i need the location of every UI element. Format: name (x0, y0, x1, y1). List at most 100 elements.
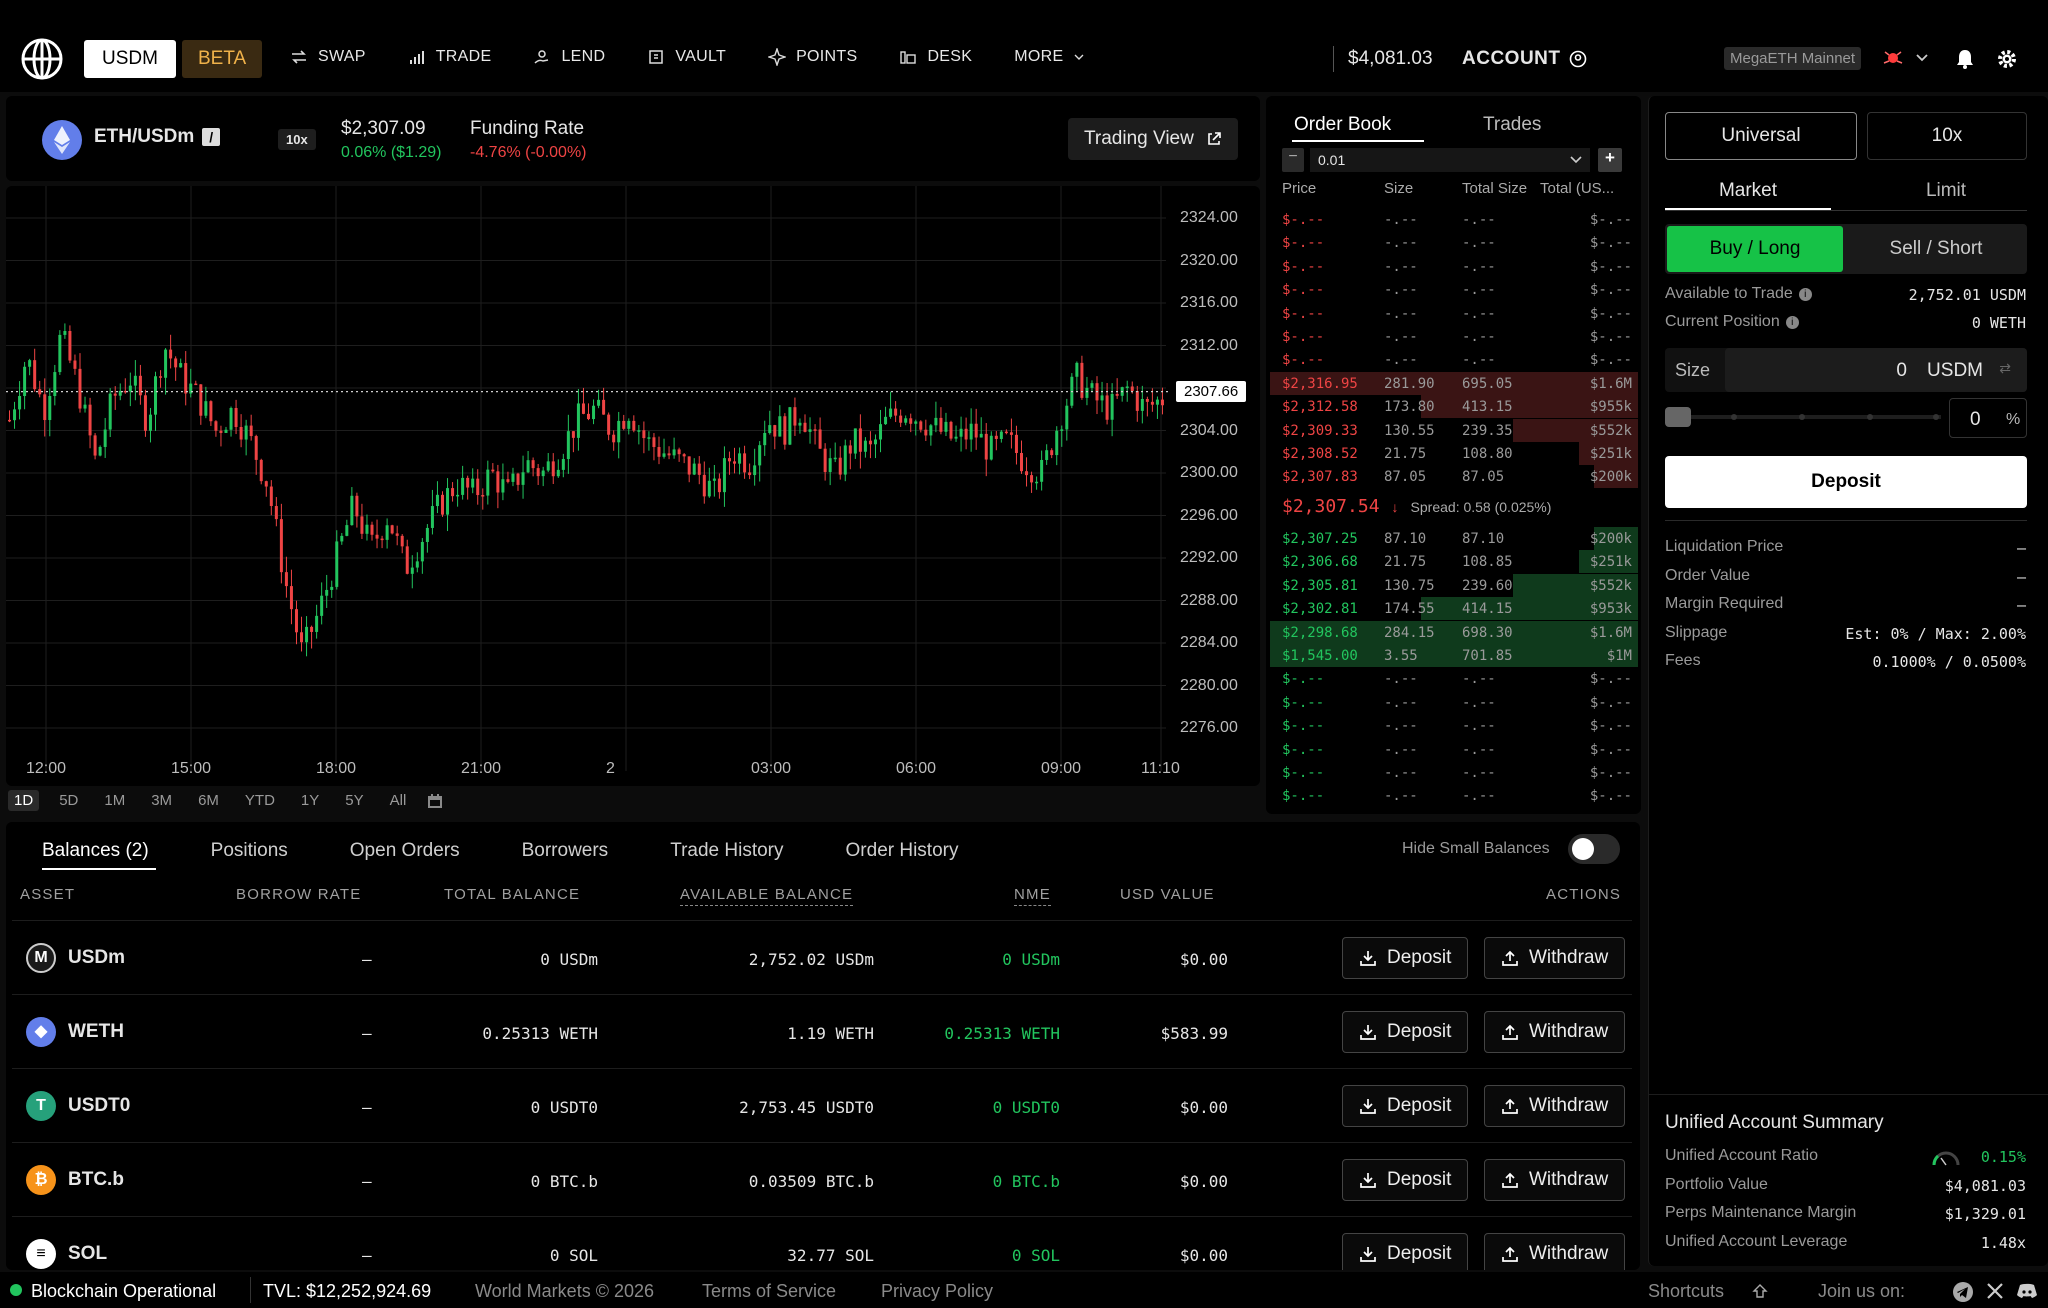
withdraw-asset-button[interactable]: Withdraw (1484, 937, 1626, 979)
timeframe-ytd[interactable]: YTD (239, 790, 281, 811)
shortcuts-link[interactable]: Shortcuts (1648, 1281, 1724, 1302)
deposit-asset-button[interactable]: Deposit (1342, 1011, 1469, 1053)
ask-row[interactable]: $2,309.33 130.55 239.35 $552k (1270, 418, 1638, 442)
tick-size-select[interactable]: 0.01 (1310, 148, 1590, 172)
timeframe-1y[interactable]: 1Y (295, 790, 325, 811)
header-available-balance[interactable]: AVAILABLE BALANCE (680, 886, 854, 906)
timeframe-5y[interactable]: 5Y (339, 790, 369, 811)
header-nme[interactable]: NME (1014, 886, 1051, 906)
bid-row-empty[interactable]: $-.-- -.-- -.-- $-.-- (1270, 784, 1638, 807)
withdraw-asset-button[interactable]: Withdraw (1484, 1159, 1626, 1201)
bid-row-empty[interactable]: $-.-- -.-- -.-- $-.-- (1270, 667, 1638, 690)
privacy-link[interactable]: Privacy Policy (881, 1281, 993, 1302)
balances-tab[interactable]: Positions (211, 840, 288, 862)
leverage-button[interactable]: 10x (1867, 112, 2027, 160)
ask-row[interactable]: $2,316.95 281.90 695.05 $1.6M (1270, 371, 1638, 395)
trading-view-button[interactable]: Trading View (1068, 118, 1238, 160)
telegram-icon[interactable] (1952, 1281, 1974, 1303)
globe-logo-icon[interactable] (20, 37, 64, 86)
timeframe-1m[interactable]: 1M (98, 790, 131, 811)
bid-row[interactable]: $2,306.68 21.75 108.85 $251k (1270, 550, 1638, 574)
deposit-asset-button[interactable]: Deposit (1342, 1159, 1469, 1201)
withdraw-asset-button[interactable]: Withdraw (1484, 1011, 1626, 1053)
candle-body (179, 363, 183, 368)
ask-row-empty[interactable]: $-.-- -.-- -.-- $-.-- (1270, 231, 1638, 254)
bid-row[interactable]: $1,545.00 3.55 701.85 $1M (1270, 644, 1638, 667)
ask-row[interactable]: $2,312.58 173.80 413.15 $955k (1270, 395, 1638, 419)
account-button[interactable]: ACCOUNT (1462, 48, 1587, 70)
available-balance: 1.19 WETH (787, 1024, 874, 1043)
balances-tab[interactable]: Order History (846, 840, 959, 862)
timeframe-5d[interactable]: 5D (53, 790, 84, 811)
tab-trades[interactable]: Trades (1483, 114, 1541, 136)
ask-row-empty[interactable]: $-.-- -.-- -.-- $-.-- (1270, 325, 1638, 348)
tick-decrease-button[interactable]: − (1282, 148, 1304, 172)
size-slider[interactable] (1665, 402, 1941, 432)
ask-row[interactable]: $2,307.83 87.05 87.05 $200k (1270, 465, 1638, 489)
nav-swap[interactable]: SWAP (290, 48, 366, 66)
tab-market[interactable]: Market (1665, 180, 1831, 202)
nav-points[interactable]: POINTS (768, 48, 857, 66)
bid-row[interactable]: $2,302.81 174.55 414.15 $953k (1270, 597, 1638, 621)
beta-button[interactable]: BETA (182, 40, 263, 78)
info-icon[interactable]: i (1798, 287, 1812, 301)
withdraw-asset-button[interactable]: Withdraw (1484, 1233, 1626, 1270)
hide-small-toggle[interactable] (1568, 834, 1620, 864)
nav-desk[interactable]: DESK (899, 48, 972, 66)
timeframe-6m[interactable]: 6M (192, 790, 225, 811)
bid-row-empty[interactable]: $-.-- -.-- -.-- $-.-- (1270, 714, 1638, 737)
percent-input[interactable]: 0 % (1949, 398, 2027, 438)
tab-limit[interactable]: Limit (1863, 180, 2029, 202)
ask-row-empty[interactable]: $-.-- -.-- -.-- $-.-- (1270, 208, 1638, 231)
pair-selector[interactable]: ETH/USDm / (94, 126, 221, 148)
info-icon[interactable]: i (1785, 315, 1799, 329)
usdm-button[interactable]: USDM (84, 40, 176, 78)
balances-tab[interactable]: Borrowers (522, 840, 609, 862)
candlestick-chart[interactable] (6, 186, 1260, 786)
ask-row-empty[interactable]: $-.-- -.-- -.-- $-.-- (1270, 278, 1638, 301)
size-input[interactable]: 0 USDM ⇄ (1725, 348, 2027, 392)
calendar-icon[interactable] (426, 792, 444, 810)
bid-row-empty[interactable]: $-.-- -.-- -.-- $-.-- (1270, 691, 1638, 714)
ask-row-empty[interactable]: $-.-- -.-- -.-- $-.-- (1270, 255, 1638, 278)
terms-link[interactable]: Terms of Service (702, 1281, 836, 1302)
deposit-button[interactable]: Deposit (1665, 456, 2027, 508)
balances-tab[interactable]: Trade History (670, 840, 783, 862)
discord-icon[interactable] (2016, 1282, 2038, 1300)
ask-row-empty[interactable]: $-.-- -.-- -.-- $-.-- (1270, 302, 1638, 325)
sell-short-button[interactable]: Sell / Short (1847, 226, 2025, 272)
network-chevron-icon[interactable] (1916, 53, 1928, 63)
timeframe-3m[interactable]: 3M (145, 790, 178, 811)
nav-trade[interactable]: TRADE (408, 48, 492, 66)
bid-row[interactable]: $2,307.25 87.10 87.10 $200k (1270, 527, 1638, 550)
gear-icon[interactable] (1996, 48, 2018, 70)
x-twitter-icon[interactable] (1986, 1282, 2004, 1300)
deposit-asset-button[interactable]: Deposit (1342, 1233, 1469, 1270)
deposit-asset-button[interactable]: Deposit (1342, 937, 1469, 979)
withdraw-asset-button[interactable]: Withdraw (1484, 1085, 1626, 1127)
megaeth-network-icon[interactable] (1882, 49, 1904, 72)
bid-row-empty[interactable]: $-.-- -.-- -.-- $-.-- (1270, 761, 1638, 784)
nav-lend[interactable]: LEND (533, 48, 605, 66)
timeframe-all[interactable]: All (384, 790, 413, 811)
tick-increase-button[interactable]: + (1598, 148, 1622, 172)
bell-icon[interactable] (1955, 48, 1975, 70)
bid-row[interactable]: $2,298.68 284.15 698.30 $1.6M (1270, 620, 1638, 644)
slider-handle[interactable] (1665, 407, 1691, 427)
bid-row-empty[interactable]: $-.-- -.-- -.-- $-.-- (1270, 738, 1638, 761)
tab-order-book[interactable]: Order Book (1294, 114, 1391, 136)
ob-cell: 87.10 (1462, 531, 1505, 547)
balances-tab[interactable]: Open Orders (350, 840, 460, 862)
buy-long-button[interactable]: Buy / Long (1667, 226, 1843, 272)
margin-mode-button[interactable]: Universal (1665, 112, 1857, 160)
timeframe-1d[interactable]: 1D (8, 790, 40, 811)
nav-vault[interactable]: VAULT (647, 48, 726, 66)
network-badge[interactable]: MegaETH Mainnet (1724, 47, 1862, 70)
nav-more[interactable]: MORE (1014, 48, 1085, 66)
bid-row[interactable]: $2,305.81 130.75 239.60 $552k (1270, 573, 1638, 597)
deposit-asset-button[interactable]: Deposit (1342, 1085, 1469, 1127)
ask-row-empty[interactable]: $-.-- -.-- -.-- $-.-- (1270, 348, 1638, 371)
ask-row[interactable]: $2,308.52 21.75 108.80 $251k (1270, 442, 1638, 465)
balances-tab[interactable]: Balances (2) (42, 840, 149, 862)
swap-unit-icon[interactable]: ⇄ (1999, 360, 2011, 377)
